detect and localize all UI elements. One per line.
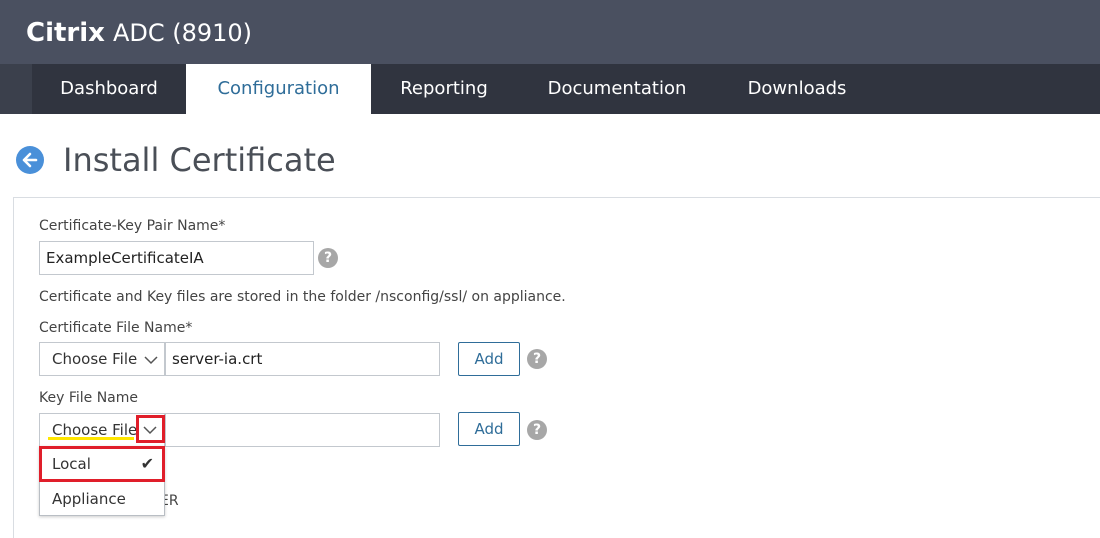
option-label: Appliance xyxy=(52,490,126,508)
help-icon[interactable]: ? xyxy=(527,420,547,440)
highlight-box xyxy=(39,446,165,482)
cert-file-input[interactable]: server-ia.crt xyxy=(165,342,440,376)
back-arrow-icon[interactable] xyxy=(16,146,44,174)
tab-downloads[interactable]: Downloads xyxy=(717,64,877,114)
cert-file-add-button[interactable]: Add xyxy=(458,342,520,376)
app-header: Citrix ADC (8910) xyxy=(0,0,1100,64)
cert-file-source-label: Choose File xyxy=(52,350,138,368)
key-file-input[interactable] xyxy=(165,413,440,447)
page-title: Install Certificate xyxy=(63,141,336,179)
tab-documentation[interactable]: Documentation xyxy=(517,64,717,114)
storage-info-text: Certificate and Key files are stored in … xyxy=(39,289,566,305)
chevron-down-icon xyxy=(144,356,158,365)
main-nav: Dashboard Configuration Reporting Docume… xyxy=(0,64,1100,114)
cert-file-source-select[interactable]: Choose File xyxy=(39,342,165,376)
help-icon[interactable]: ? xyxy=(318,248,338,268)
help-icon[interactable]: ? xyxy=(527,349,547,369)
cert-file-label: Certificate File Name* xyxy=(39,320,193,336)
brand-name: Citrix xyxy=(26,18,105,48)
cert-key-pair-input[interactable]: ExampleCertificateIA xyxy=(39,241,314,275)
product-name: ADC (8910) xyxy=(112,19,253,47)
dropdown-option-appliance[interactable]: Appliance xyxy=(40,482,164,516)
key-file-label: Key File Name xyxy=(39,390,139,406)
highlight-underline xyxy=(48,437,134,440)
app-brand: Citrix ADC (8910) xyxy=(26,16,252,50)
tab-configuration[interactable]: Configuration xyxy=(186,64,371,114)
chevron-down-icon[interactable] xyxy=(143,423,157,437)
cert-key-pair-label: Certificate-Key Pair Name* xyxy=(39,218,226,234)
tab-dashboard[interactable]: Dashboard xyxy=(32,64,186,114)
key-file-add-button[interactable]: Add xyxy=(458,412,520,446)
tab-reporting[interactable]: Reporting xyxy=(371,64,517,114)
